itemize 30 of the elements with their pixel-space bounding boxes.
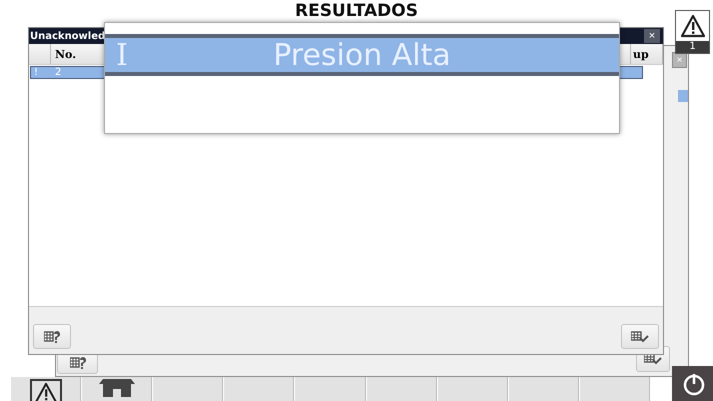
help-button[interactable] xyxy=(33,324,71,349)
table-check-icon xyxy=(644,353,662,365)
nav-tab[interactable] xyxy=(366,377,437,401)
nav-tab[interactable] xyxy=(578,377,650,401)
power-icon xyxy=(682,372,706,396)
table-check-icon xyxy=(631,330,649,342)
nav-tab[interactable] xyxy=(508,377,579,401)
row-marker: ! xyxy=(33,67,40,78)
alarm-tab[interactable] xyxy=(10,377,82,401)
warning-icon xyxy=(34,382,57,401)
nav-tab[interactable] xyxy=(294,377,366,401)
nav-tab[interactable] xyxy=(436,377,508,401)
table-help-icon xyxy=(44,330,60,342)
alarm-prefix: I xyxy=(116,38,128,72)
window-title: Unacknowled xyxy=(30,30,106,42)
table-cell-text: 2 xyxy=(54,67,62,78)
table-help-icon xyxy=(70,357,86,369)
close-button[interactable]: × xyxy=(644,29,660,43)
acknowledge-button[interactable] xyxy=(621,324,659,349)
column-header[interactable]: up xyxy=(631,44,663,64)
alarm-count: 1 xyxy=(676,41,709,53)
power-button[interactable] xyxy=(672,366,713,401)
nav-tab[interactable] xyxy=(223,377,294,401)
home-tab[interactable] xyxy=(81,377,152,401)
home-icon xyxy=(98,379,135,397)
table-row[interactable] xyxy=(678,90,688,102)
alarm-message: Presion Alta xyxy=(273,38,451,72)
page-title: RESULTADOS xyxy=(294,1,419,21)
warning-icon xyxy=(680,14,704,38)
alarm-indicator[interactable]: 1 xyxy=(675,10,710,54)
